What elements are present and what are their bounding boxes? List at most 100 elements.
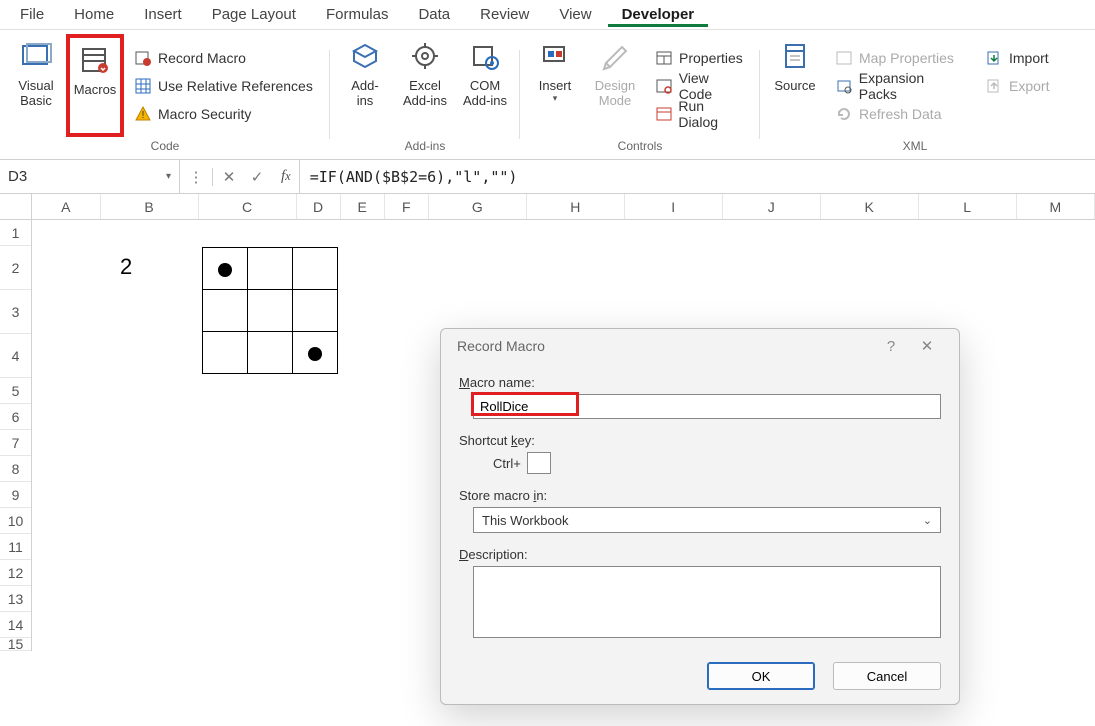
fx-label[interactable]: fx (273, 160, 300, 193)
dice-cell[interactable] (203, 290, 248, 332)
dice-cell[interactable] (203, 332, 248, 374)
store-macro-value: This Workbook (482, 513, 568, 528)
properties-button[interactable]: Properties (651, 44, 749, 72)
dice-cell[interactable] (248, 248, 293, 290)
menu-tab-file[interactable]: File (6, 2, 58, 27)
formula-bar-buttons2: ✕ ✓ (213, 168, 273, 186)
record-macro-button[interactable]: Record Macro (130, 44, 318, 72)
menu-tab-insert[interactable]: Insert (130, 2, 196, 27)
ok-button[interactable]: OK (707, 662, 815, 690)
dice-cell[interactable] (203, 248, 248, 290)
dialog-titlebar[interactable]: Record Macro ? ✕ (441, 329, 959, 363)
record-macro-dialog: Record Macro ? ✕ Macro name: Shortcut ke… (440, 328, 960, 705)
column-header-F[interactable]: F (385, 194, 429, 219)
row-header-8[interactable]: 8 (0, 456, 31, 482)
menu-tab-page-layout[interactable]: Page Layout (198, 2, 310, 27)
row-header-11[interactable]: 11 (0, 534, 31, 560)
macros-label: Macros (74, 82, 117, 97)
dice-cell[interactable] (248, 332, 293, 374)
column-header-L[interactable]: L (919, 194, 1017, 219)
dice-cell[interactable] (293, 290, 338, 332)
select-all-corner[interactable] (0, 194, 32, 220)
menu-tab-review[interactable]: Review (466, 2, 543, 27)
column-header-A[interactable]: A (32, 194, 101, 219)
row-header-10[interactable]: 10 (0, 508, 31, 534)
row-header-1[interactable]: 1 (0, 220, 31, 246)
column-header-B[interactable]: B (101, 194, 199, 219)
visual-basic-button[interactable]: Visual Basic (6, 34, 66, 137)
cell-b2[interactable]: 2 (120, 254, 132, 280)
svg-text:!: ! (142, 110, 145, 121)
dice-grid (202, 247, 338, 374)
row-header-3[interactable]: 3 (0, 290, 31, 334)
help-button[interactable]: ? (873, 338, 909, 355)
export-button[interactable]: Export (981, 72, 1059, 100)
map-properties-button[interactable]: Map Properties (831, 44, 969, 72)
column-header-E[interactable]: E (341, 194, 385, 219)
menu-tab-view[interactable]: View (545, 2, 605, 27)
insert-button[interactable]: Insert ▾ (525, 34, 585, 137)
column-header-I[interactable]: I (625, 194, 723, 219)
column-header-K[interactable]: K (821, 194, 919, 219)
row-header-9[interactable]: 9 (0, 482, 31, 508)
view-code-button[interactable]: View Code (651, 72, 749, 100)
row-header-6[interactable]: 6 (0, 404, 31, 430)
column-header-M[interactable]: M (1017, 194, 1095, 219)
expansion-packs-button[interactable]: Expansion Packs (831, 72, 969, 100)
column-header-C[interactable]: C (199, 194, 297, 219)
formula-input[interactable]: =IF(AND($B$2=6),"l","") (300, 168, 1095, 186)
dice-cell[interactable] (248, 290, 293, 332)
row-header-12[interactable]: 12 (0, 560, 31, 586)
dice-cell[interactable] (293, 332, 338, 374)
shortcut-prefix: Ctrl+ (493, 456, 521, 471)
row-header-4[interactable]: 4 (0, 334, 31, 378)
menu-tab-home[interactable]: Home (60, 2, 128, 27)
macro-name-input[interactable] (473, 394, 941, 419)
source-button[interactable]: Source (765, 34, 825, 137)
record-macro-label: Record Macro (158, 50, 246, 66)
run-dialog-button[interactable]: Run Dialog (651, 100, 749, 128)
row-header-15[interactable]: 15 (0, 638, 31, 651)
column-header-D[interactable]: D (297, 194, 341, 219)
fb-dropdown-button[interactable]: ⋮ (182, 168, 210, 186)
row-header-14[interactable]: 14 (0, 612, 31, 638)
shortcut-key-input[interactable] (527, 452, 551, 474)
row-header-2[interactable]: 2 (0, 246, 31, 290)
export-label: Export (1009, 78, 1049, 94)
close-button[interactable]: ✕ (909, 337, 945, 355)
column-header-H[interactable]: H (527, 194, 625, 219)
macro-security-button[interactable]: ! Macro Security (130, 100, 318, 128)
cancel-button[interactable]: Cancel (833, 662, 941, 690)
source-icon (777, 38, 813, 74)
column-header-J[interactable]: J (723, 194, 821, 219)
com-addins-label: COM Add-ins (463, 78, 507, 108)
import-button[interactable]: Import (981, 44, 1059, 72)
grid-icon (134, 77, 152, 95)
excel-addins-button[interactable]: Excel Add-ins (395, 34, 455, 137)
dice-cell[interactable] (293, 248, 338, 290)
row-header-7[interactable]: 7 (0, 430, 31, 456)
group-xml: Source Map Properties Expansion Packs Re… (760, 30, 1070, 159)
refresh-data-button[interactable]: Refresh Data (831, 100, 969, 128)
macros-button[interactable]: Macros (66, 34, 124, 137)
insert-label: Insert (539, 78, 572, 93)
row-header-13[interactable]: 13 (0, 586, 31, 612)
group-addins: Add- ins Excel Add-ins COM Add-ins Add-i… (330, 30, 520, 159)
row-header-5[interactable]: 5 (0, 378, 31, 404)
name-box[interactable]: D3 ▾ (0, 160, 180, 193)
addins-button[interactable]: Add- ins (335, 34, 395, 137)
group-code: Visual Basic Macros Record Macro Use Rel… (0, 30, 330, 159)
menu-tab-data[interactable]: Data (404, 2, 464, 27)
enter-formula-button[interactable]: ✓ (243, 168, 271, 186)
menu-tab-formulas[interactable]: Formulas (312, 2, 403, 27)
description-input[interactable] (473, 566, 941, 638)
store-macro-select[interactable]: This Workbook ⌄ (473, 507, 941, 533)
column-header-G[interactable]: G (429, 194, 527, 219)
menu-tab-developer[interactable]: Developer (608, 2, 709, 27)
com-addins-button[interactable]: COM Add-ins (455, 34, 515, 137)
use-relative-button[interactable]: Use Relative References (130, 72, 318, 100)
design-mode-button[interactable]: Design Mode (585, 34, 645, 137)
cancel-formula-button[interactable]: ✕ (215, 168, 243, 186)
expansion-packs-icon (835, 77, 853, 95)
record-macro-icon (134, 49, 152, 67)
